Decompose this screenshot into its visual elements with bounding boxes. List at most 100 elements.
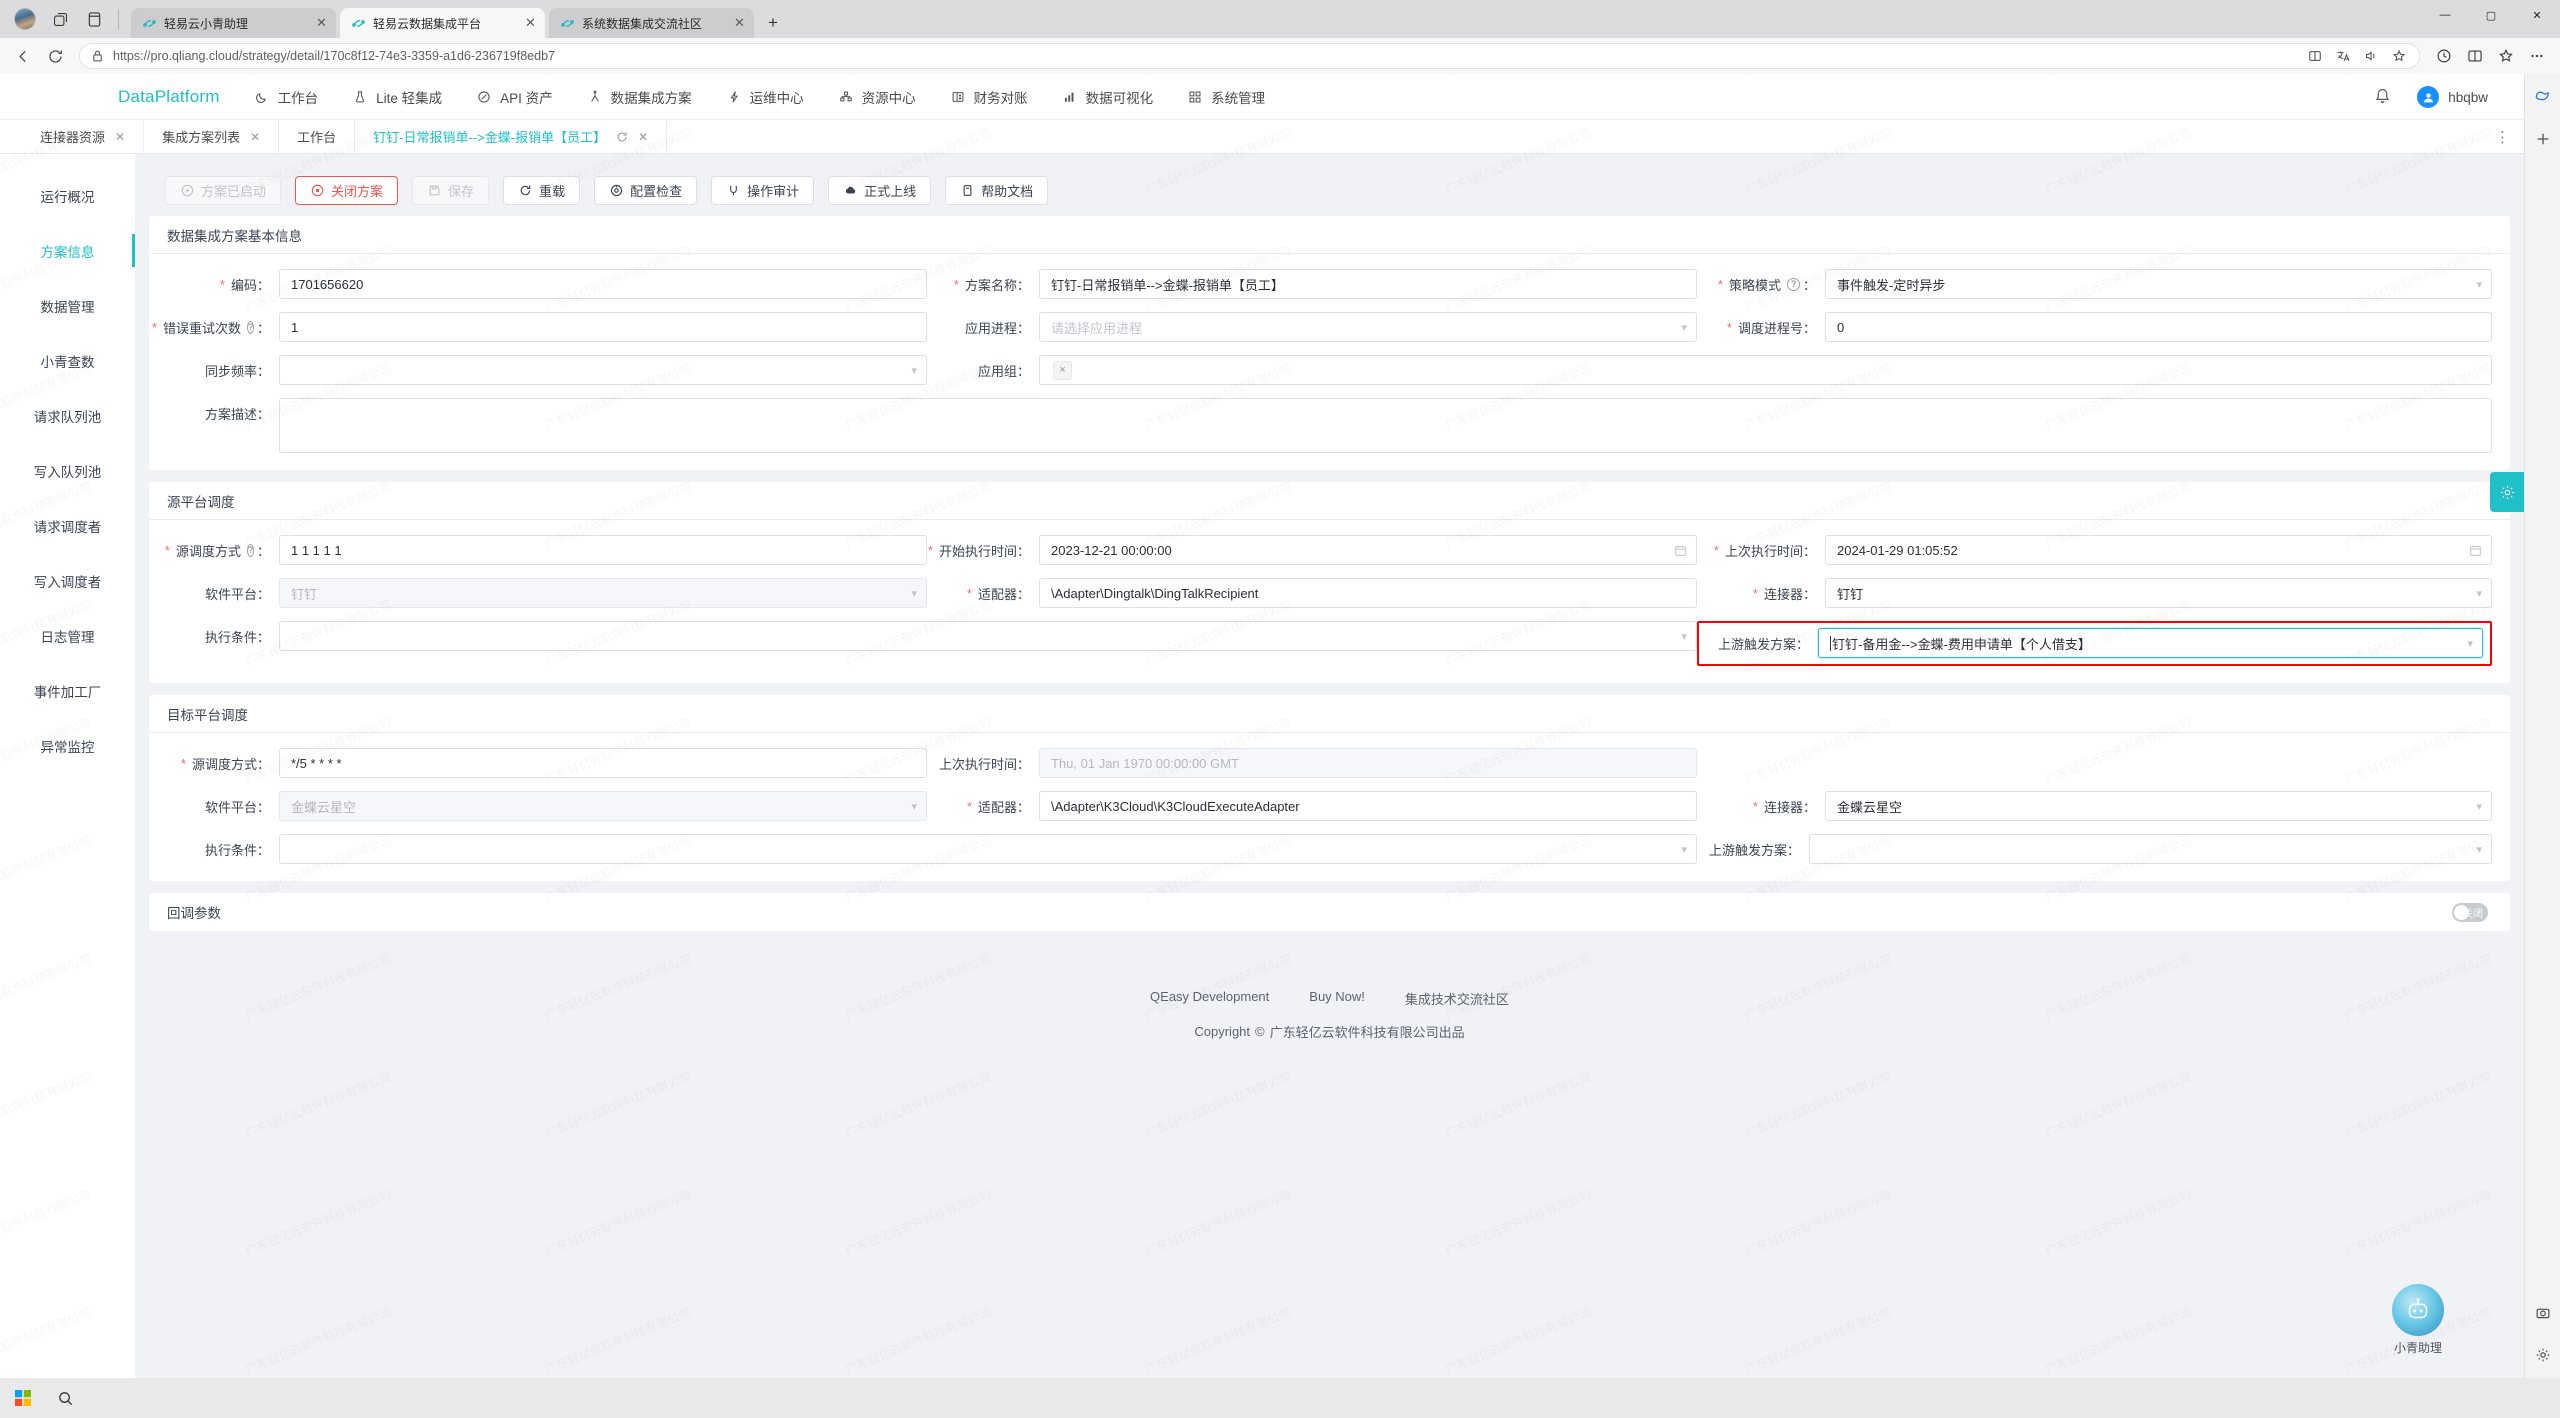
translate-icon[interactable] xyxy=(2331,44,2355,68)
inner-tab-more-icon[interactable]: ⋮ xyxy=(2495,120,2510,154)
nav-item-finance[interactable]: 财务对账 xyxy=(950,87,1028,107)
close-plan-button[interactable]: 关闭方案 xyxy=(295,175,399,205)
reload-icon[interactable] xyxy=(40,42,70,70)
sidebar-item-write-scheduler[interactable]: 写入调度者 xyxy=(0,553,135,608)
nav-item-resource-center[interactable]: 资源中心 xyxy=(838,87,916,107)
footer-link-community[interactable]: 集成技术交流社区 xyxy=(1405,989,1509,1008)
close-icon[interactable]: ✕ xyxy=(638,130,648,144)
description-textarea[interactable] xyxy=(279,398,2492,453)
inner-tab-workbench[interactable]: 工作台 xyxy=(279,120,356,153)
sync-freq-select[interactable] xyxy=(279,355,927,385)
tgt-schedule-mode-input[interactable]: */5 * * * * xyxy=(279,748,927,778)
reload-plan-button[interactable]: 重载 xyxy=(503,175,581,205)
plan-name-input[interactable]: 钉钉-日常报销单-->金蝶-报销单【员工】 xyxy=(1039,269,1697,299)
user-menu[interactable]: hbqbw xyxy=(2417,86,2488,108)
assistant-widget[interactable]: 小青助理 xyxy=(2372,1284,2464,1356)
split-pane-icon[interactable] xyxy=(2460,42,2490,70)
sidebar-item-write-queue[interactable]: 写入队列池 xyxy=(0,443,135,498)
app-group-select[interactable]: × xyxy=(1039,355,2492,385)
new-tab-button[interactable]: + xyxy=(760,10,786,36)
save-button[interactable]: 保存 xyxy=(412,175,490,205)
src-upstream-trigger-select[interactable]: 钉钉-备用金-->金蝶-费用申请单【个人借支】 xyxy=(1818,628,2483,658)
start-button-icon[interactable] xyxy=(10,1385,36,1411)
calendar-icon[interactable] xyxy=(1674,535,1687,565)
close-icon[interactable]: ✕ xyxy=(731,15,748,32)
sidebar-item-exception-monitor[interactable]: 异常监控 xyxy=(0,718,135,773)
help-icon[interactable]: ? xyxy=(1786,277,1800,291)
minimize-button[interactable]: — xyxy=(2422,0,2468,30)
nav-item-api-assets[interactable]: API 资产 xyxy=(476,87,553,107)
bell-icon[interactable] xyxy=(2373,87,2393,107)
code-input[interactable]: 1701656620 xyxy=(279,269,927,299)
help-doc-button[interactable]: 帮助文档 xyxy=(945,175,1049,205)
sidebar-item-event-factory[interactable]: 事件加工厂 xyxy=(0,663,135,718)
help-icon[interactable]: ? xyxy=(246,543,254,557)
nav-item-ops-center[interactable]: 运维中心 xyxy=(726,87,804,107)
favorite-star-icon[interactable] xyxy=(2387,44,2411,68)
tgt-exec-condition-select[interactable] xyxy=(279,834,1697,864)
src-schedule-mode-input[interactable]: 1 1 1 1 1 xyxy=(279,535,927,565)
src-adapter-input[interactable]: \Adapter\Dingtalk\DingTalkRecipient xyxy=(1039,578,1697,608)
nav-item-workbench[interactable]: 工作台 xyxy=(254,87,318,107)
config-check-button[interactable]: 配置检查 xyxy=(594,175,698,205)
src-last-time-input[interactable]: 2024-01-29 01:05:52 xyxy=(1825,535,2492,565)
sidebar-item-request-scheduler[interactable]: 请求调度者 xyxy=(0,498,135,553)
close-icon[interactable]: ✕ xyxy=(313,15,330,32)
inner-tab-plan-list[interactable]: 集成方案列表 ✕ xyxy=(144,120,280,153)
app-group-chip[interactable]: × xyxy=(1053,360,1072,380)
back-icon[interactable] xyxy=(8,42,38,70)
plan-started-button[interactable]: 方案已启动 xyxy=(165,175,282,205)
sidebar-item-log-mgmt[interactable]: 日志管理 xyxy=(0,608,135,663)
nav-item-system-mgmt[interactable]: 系统管理 xyxy=(1187,87,1265,107)
tab-vertical-icon[interactable] xyxy=(84,9,104,29)
add-sidebar-icon[interactable] xyxy=(2532,128,2554,150)
src-start-time-input[interactable]: 2023-12-21 00:00:00 xyxy=(1039,535,1697,565)
nav-item-visualization[interactable]: 数据可视化 xyxy=(1062,87,1153,107)
close-icon[interactable]: ✕ xyxy=(522,15,539,32)
nav-item-lite[interactable]: Lite 轻集成 xyxy=(352,87,442,107)
inner-tab-connector-resource[interactable]: 连接器资源 ✕ xyxy=(22,120,145,153)
tgt-upstream-trigger-select[interactable] xyxy=(1809,834,2492,864)
app-process-select[interactable]: 请选择应用进程 xyxy=(1039,312,1697,342)
maximize-button[interactable]: ▢ xyxy=(2468,0,2514,30)
more-options-icon[interactable] xyxy=(2522,42,2552,70)
sidebar-item-data-mgmt[interactable]: 数据管理 xyxy=(0,278,135,333)
strategy-mode-select[interactable]: 事件触发-定时异步 xyxy=(1825,269,2492,299)
screenshot-icon[interactable] xyxy=(2532,1302,2554,1324)
close-window-button[interactable]: ✕ xyxy=(2514,0,2560,30)
sidebar-item-query[interactable]: 小青查数 xyxy=(0,333,135,388)
settings-gear-icon[interactable] xyxy=(2490,472,2524,512)
callback-toggle[interactable]: 关闭 xyxy=(2452,902,2488,922)
browser-tab[interactable]: 系统数据集成交流社区 ✕ xyxy=(549,8,754,38)
close-icon[interactable]: ✕ xyxy=(115,130,125,144)
browser-profile-avatar[interactable] xyxy=(14,8,36,30)
refresh-icon[interactable] xyxy=(616,131,628,143)
sidebar-item-request-queue[interactable]: 请求队列池 xyxy=(0,388,135,443)
tgt-adapter-input[interactable]: \Adapter\K3Cloud\K3CloudExecuteAdapter xyxy=(1039,791,1697,821)
inner-tab-current-plan[interactable]: 钉钉-日常报销单-->金蝶-报销单【员工】 ✕ xyxy=(355,120,668,153)
schedule-process-no-input[interactable]: 0 xyxy=(1825,312,2492,342)
retry-count-input[interactable]: 1 xyxy=(279,312,927,342)
operation-audit-button[interactable]: 操作审计 xyxy=(711,175,815,205)
nav-item-integration-plan[interactable]: 数据集成方案 xyxy=(587,87,692,107)
help-icon[interactable]: ? xyxy=(246,320,254,334)
footer-link-buy[interactable]: Buy Now! xyxy=(1309,989,1365,1008)
calendar-icon[interactable] xyxy=(2469,535,2482,565)
src-exec-condition-select[interactable] xyxy=(279,621,1697,651)
src-connector-select[interactable]: 钉钉 xyxy=(1825,578,2492,608)
sidebar-item-plan-info[interactable]: 方案信息 xyxy=(0,223,135,278)
copilot-icon[interactable] xyxy=(2532,84,2554,106)
browser-essentials-icon[interactable] xyxy=(2491,42,2521,70)
tab-collections-icon[interactable] xyxy=(50,9,70,29)
address-bar[interactable]: https://pro.qliang.cloud/strategy/detail… xyxy=(79,43,2420,69)
tgt-connector-select[interactable]: 金蝶云星空 xyxy=(1825,791,2492,821)
browser-tab[interactable]: 轻易云小青助理 ✕ xyxy=(131,8,336,38)
read-aloud-icon[interactable] xyxy=(2359,44,2383,68)
close-icon[interactable]: ✕ xyxy=(250,130,260,144)
footer-link-development[interactable]: QEasy Development xyxy=(1150,989,1269,1008)
history-icon[interactable] xyxy=(2429,42,2459,70)
sidebar-item-overview[interactable]: 运行概况 xyxy=(0,168,135,223)
go-live-button[interactable]: 正式上线 xyxy=(828,175,932,205)
app-brand[interactable]: DataPlatform xyxy=(118,87,220,107)
split-screen-icon[interactable] xyxy=(2303,44,2327,68)
